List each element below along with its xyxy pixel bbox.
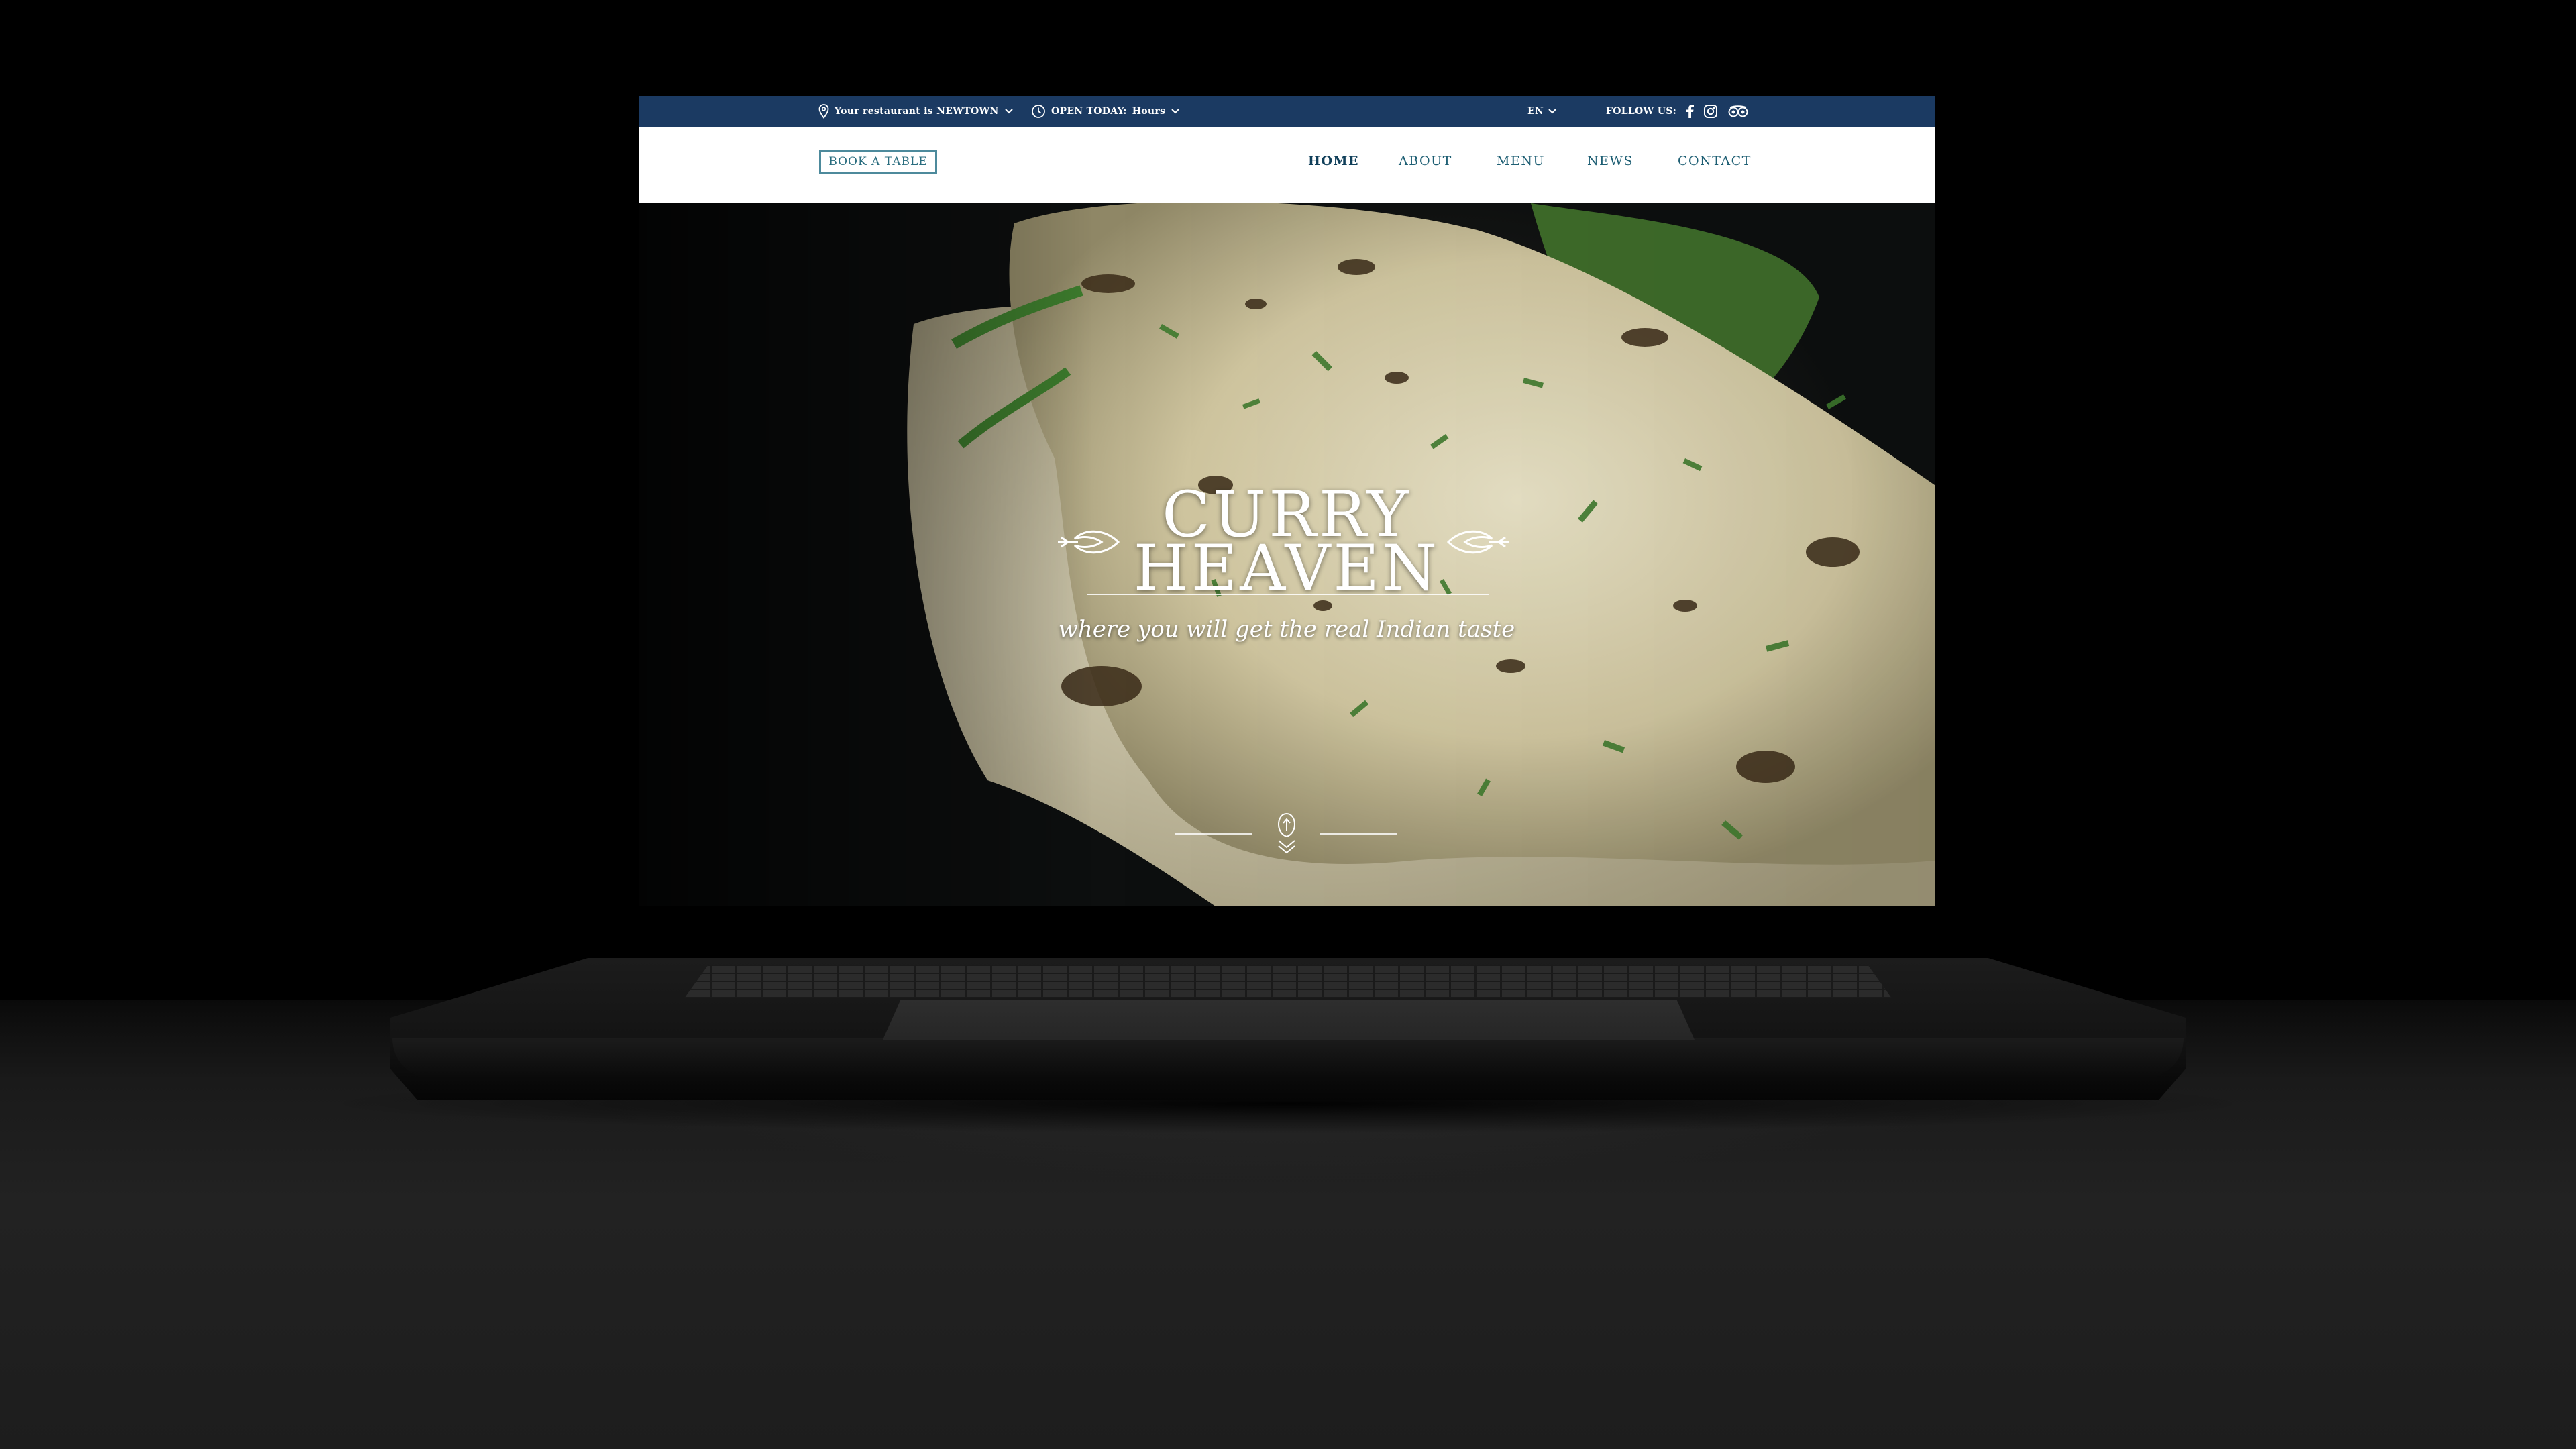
social-links: FOLLOW US: (1606, 96, 1749, 127)
language-selector[interactable]: EN (1527, 96, 1557, 127)
hours-selector[interactable]: OPEN TODAY: Hours (1031, 96, 1180, 127)
laptop-trackpad (883, 1000, 1695, 1040)
hours-value: Hours (1132, 106, 1166, 117)
laptop-screen: Your restaurant is NEWTOWN OPEN TODAY: H… (639, 96, 1935, 906)
brand-tagline: where you will get the real Indian taste (1058, 616, 1515, 643)
language-label: EN (1527, 106, 1544, 117)
tagline-divider (1087, 594, 1489, 595)
hours-label: OPEN TODAY: (1051, 106, 1127, 117)
follow-label: FOLLOW US: (1606, 106, 1677, 117)
location-selector[interactable]: Your restaurant is NEWTOWN (818, 96, 1014, 127)
map-pin-icon (818, 104, 829, 119)
nav-link-menu[interactable]: MENU (1497, 154, 1545, 168)
hero-banner: CURRY HEAVEN where you will get the real… (639, 203, 1935, 906)
tripadvisor-icon[interactable] (1727, 104, 1749, 119)
brand-name-line2: HEAVEN (1133, 532, 1440, 605)
left-flourish-icon (1058, 530, 1120, 554)
chevron-down-icon (1171, 108, 1180, 115)
chevron-down-icon (1004, 108, 1014, 115)
facebook-icon[interactable] (1686, 104, 1695, 119)
nav-link-contact[interactable]: CONTACT (1678, 154, 1752, 168)
chevron-down-icon (1548, 108, 1557, 115)
book-a-table-button[interactable]: BOOK A TABLE (819, 150, 937, 174)
nav-link-home[interactable]: HOME (1308, 154, 1359, 168)
top-info-bar: Your restaurant is NEWTOWN OPEN TODAY: H… (639, 96, 1935, 127)
nav-link-news[interactable]: NEWS (1587, 154, 1633, 168)
main-navigation: BOOK A TABLE HOME ABOUT MENU NEWS CONTAC… (639, 127, 1935, 203)
scroll-down-icon[interactable] (1273, 812, 1300, 855)
right-flourish-icon (1446, 530, 1509, 554)
laptop-keyboard (684, 965, 1892, 998)
location-text: Your restaurant is NEWTOWN (835, 106, 999, 117)
clock-icon (1031, 104, 1046, 119)
instagram-icon[interactable] (1703, 104, 1718, 119)
nav-link-about[interactable]: ABOUT (1399, 154, 1452, 168)
laptop-base-front (392, 1038, 2184, 1079)
